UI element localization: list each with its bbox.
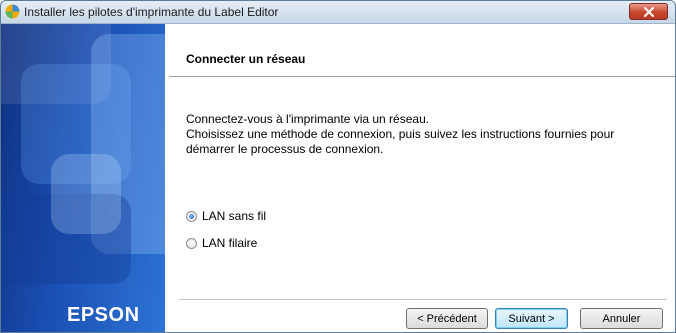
next-button[interactable]: Suivant > [495,308,568,329]
title-bar[interactable]: Installer les pilotes d'imprimante du La… [1,1,675,24]
wizard-content: EPSON Connecter un réseau Connectez-vous… [1,24,675,332]
option-wired-lan[interactable]: LAN filaire [186,235,257,251]
instructions-text: Connectez-vous à l'imprimante via un rés… [186,112,666,157]
side-banner: EPSON [1,24,165,332]
installer-window: Installer les pilotes d'imprimante du La… [0,0,676,333]
header-divider [169,76,675,77]
radio-button[interactable] [186,237,197,249]
option-wireless-lan[interactable]: LAN sans fil [186,208,266,224]
footer-divider [179,299,667,300]
installer-app-icon [5,4,20,19]
instructions-line: démarrer le processus de connexion. [186,142,384,156]
banner-shape [51,154,121,234]
close-icon [644,7,654,17]
window-title: Installer les pilotes d'imprimante du La… [24,5,279,19]
instructions-line: Connectez-vous à l'imprimante via un rés… [186,112,430,126]
page-title: Connecter un réseau [186,52,306,66]
close-button[interactable] [629,3,668,20]
radio-button-checked[interactable] [186,210,197,222]
option-label[interactable]: LAN sans fil [202,209,266,223]
epson-logo: EPSON [67,304,140,326]
back-button[interactable]: < Précédent [406,308,488,329]
instructions-line: Choisissez une méthode de connexion, pui… [186,127,615,141]
option-label[interactable]: LAN filaire [202,236,257,250]
cancel-button[interactable]: Annuler [580,308,663,329]
